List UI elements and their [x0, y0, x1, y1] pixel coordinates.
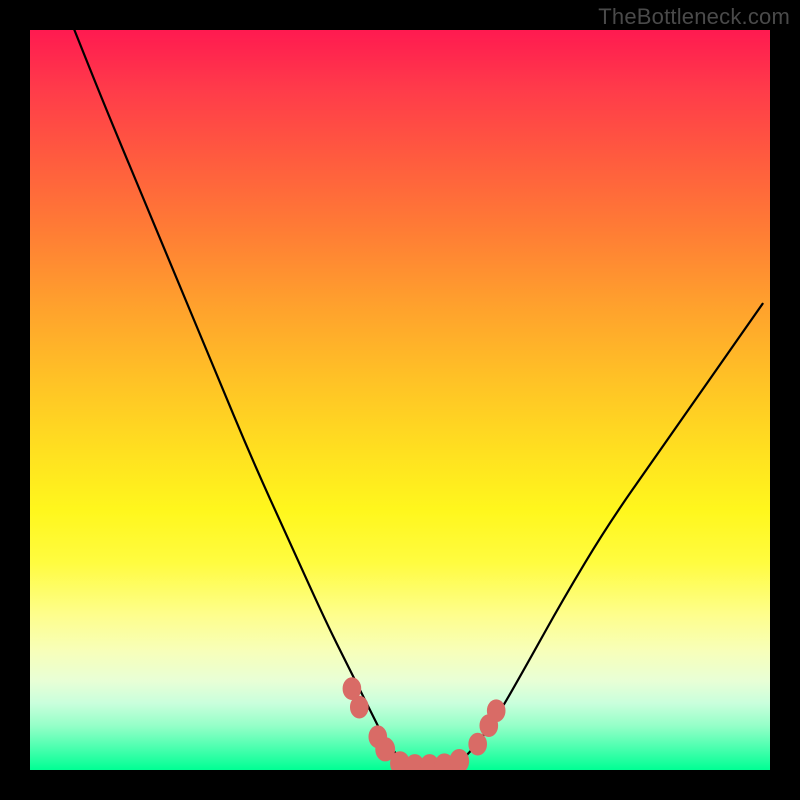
- curve-markers: [343, 678, 505, 770]
- plot-area: [30, 30, 770, 770]
- curve-marker: [469, 733, 487, 755]
- curve-marker: [450, 749, 469, 770]
- watermark-text: TheBottleneck.com: [598, 4, 790, 30]
- bottleneck-curve-path: [74, 30, 762, 766]
- curve-marker: [350, 696, 368, 718]
- curve-svg: [30, 30, 770, 770]
- chart-frame: TheBottleneck.com: [0, 0, 800, 800]
- curve-marker: [487, 700, 505, 722]
